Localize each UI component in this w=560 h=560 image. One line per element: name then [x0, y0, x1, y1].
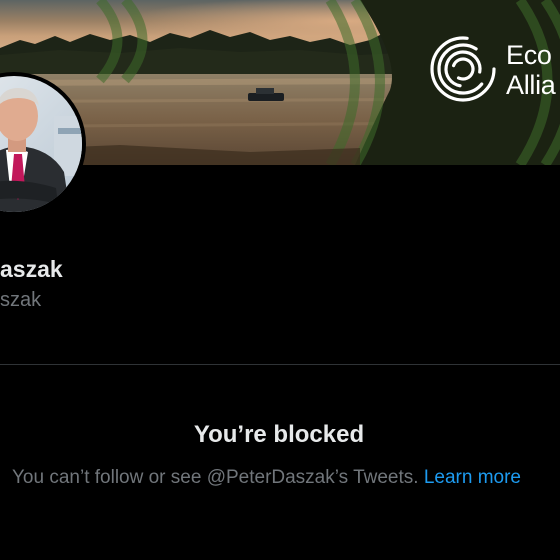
- learn-more-link[interactable]: Learn more: [424, 467, 521, 488]
- brand-name-line1: Eco: [506, 40, 552, 70]
- brand-name: Eco Allia: [506, 40, 556, 100]
- brand-badge: Eco Allia: [428, 34, 560, 106]
- profile-page: Eco Allia aszak szak You’re blocked You …: [0, 0, 560, 560]
- section-divider: [0, 364, 560, 365]
- profile-display-name: aszak: [0, 256, 63, 282]
- concentric-rings-logo-icon: [430, 36, 496, 102]
- blocked-title: You’re blocked: [193, 421, 365, 448]
- profile-avatar[interactable]: [0, 72, 86, 216]
- blocked-message-row: You can’t follow or see @PeterDaszak’s T…: [12, 467, 560, 489]
- profile-handle: szak: [0, 289, 42, 311]
- blocked-message: You can’t follow or see @PeterDaszak’s T…: [12, 467, 419, 488]
- profile-photo-avatar: [0, 76, 82, 212]
- brand-name-line2: Allia: [506, 70, 556, 100]
